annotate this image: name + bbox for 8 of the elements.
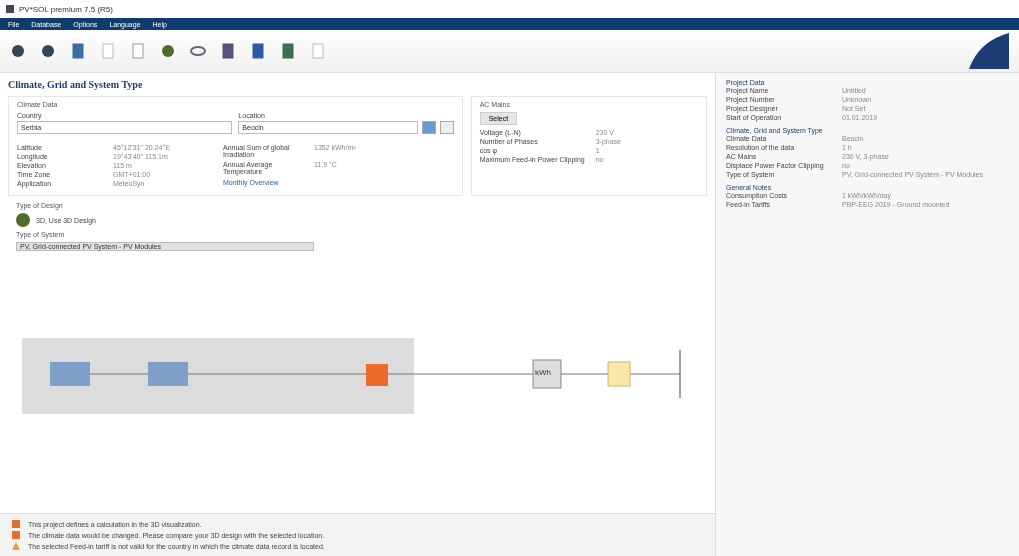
- app-icon: [6, 5, 14, 13]
- ring-icon[interactable]: [190, 43, 206, 59]
- meter-label: kWh: [535, 368, 551, 377]
- map-icon[interactable]: [421, 121, 436, 134]
- page-title: Climate, Grid and System Type: [7, 78, 144, 92]
- logo-icon: [969, 33, 1009, 69]
- window-title: PV*SOL premium 7.5 (R5): [19, 4, 113, 14]
- warning-icon: [12, 542, 20, 550]
